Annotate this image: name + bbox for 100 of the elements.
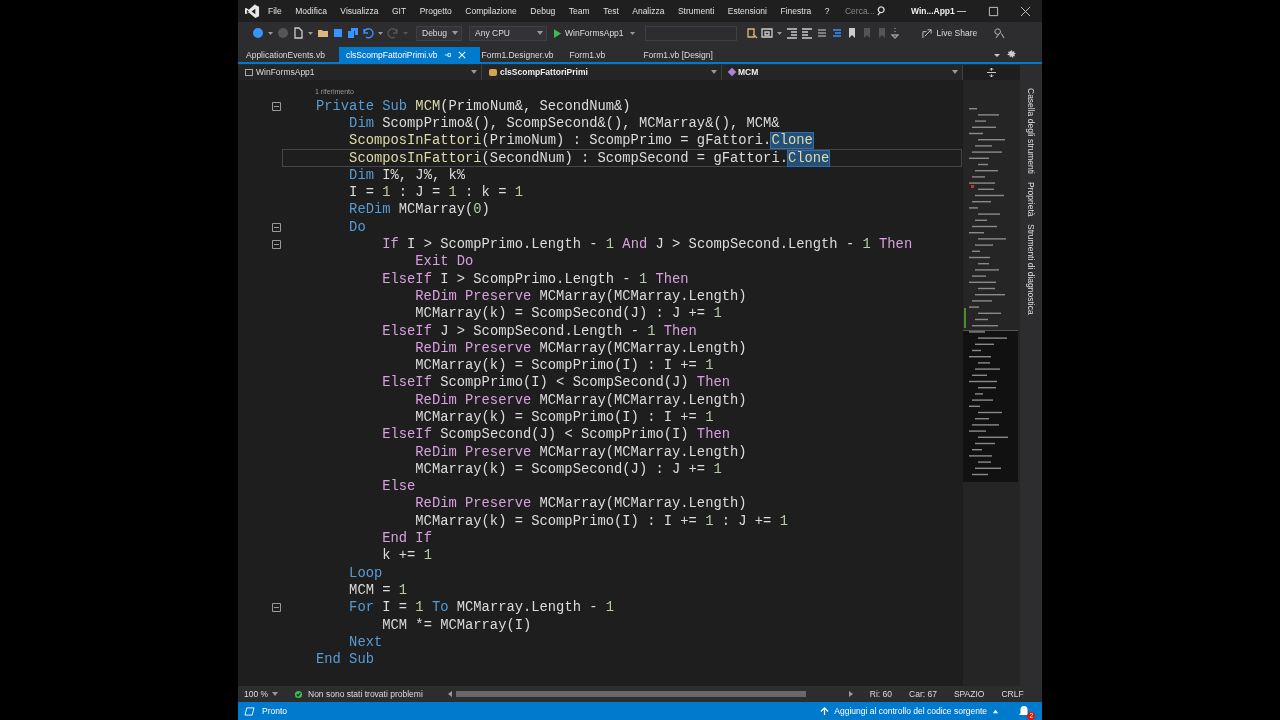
menu-item[interactable]: Strumenti [677, 6, 715, 16]
close-icon[interactable] [1020, 5, 1031, 17]
outdent-icon[interactable] [800, 27, 813, 39]
line-ending[interactable]: CRLF [1001, 689, 1024, 699]
caret-icon[interactable] [471, 70, 477, 74]
code-line: MCMarray(k) = ScompSecond(J) : J += 1 [414, 305, 723, 323]
find-icon[interactable] [745, 27, 758, 39]
pin-icon[interactable] [443, 50, 452, 59]
collapse-icon[interactable] [272, 240, 281, 249]
file-tab[interactable]: ApplicationEvents.vb [244, 47, 339, 62]
menu-item[interactable]: ? [824, 6, 830, 16]
arrow-right-icon[interactable] [848, 691, 853, 697]
side-panel-tab[interactable]: Casella degli strumenti [1026, 88, 1036, 174]
menu-item[interactable]: Visualizza [340, 6, 379, 16]
folder-icon[interactable] [317, 27, 329, 39]
code-line: MCM *= MCMarray(I) [381, 616, 533, 634]
file-tab[interactable]: Form1.vb [567, 47, 642, 62]
settings-icon[interactable] [1007, 50, 1016, 59]
window-title: Win...App1 [910, 6, 955, 16]
menu-item[interactable]: Finestra [780, 6, 812, 16]
code-line: Loop [348, 564, 384, 582]
issues-status[interactable]: Non sono stati trovati problemi [308, 689, 423, 699]
menu-item[interactable]: Progetto [419, 6, 452, 16]
menu-item[interactable]: Estensioni [727, 6, 767, 16]
platform-dropdown[interactable]: Any CPU [469, 25, 547, 41]
file-tab[interactable]: clsScompFattoriPrimi.vb [338, 47, 480, 62]
caret-icon[interactable] [711, 70, 717, 74]
code-line: ElseIf I > ScompPrimo.Length - 1 Then [381, 270, 690, 288]
indent-mode[interactable]: SPAZIO [953, 689, 985, 699]
new-item-icon[interactable] [292, 27, 304, 39]
project-dropdown[interactable]: WinFormsApp1 [238, 64, 482, 80]
caret-icon[interactable] [992, 707, 999, 715]
menu-item[interactable]: Compilazione [465, 6, 517, 16]
feedback-icon[interactable] [994, 27, 1006, 39]
indent-icon[interactable] [785, 27, 798, 39]
menu-item[interactable]: File [268, 6, 282, 16]
save-icon[interactable] [332, 27, 344, 39]
side-panel-tab[interactable]: Proprietà [1026, 182, 1036, 217]
code-line: End If [381, 530, 433, 548]
code-line: Do [348, 218, 367, 236]
code-line: If I > ScompPrimo.Length - 1 And J > ScompSecond.Length - 1 Then [381, 236, 914, 254]
class-dropdown[interactable]: clsScompFattoriPrimi [482, 64, 722, 80]
code-line: I = 1 : J = 1 : k = 1 [348, 184, 524, 202]
collapse-icon[interactable] [272, 603, 281, 613]
code-line: Dim I%, J%, k% [348, 166, 467, 184]
maximize-icon[interactable] [988, 5, 999, 17]
code-line: End Sub [315, 651, 375, 669]
search-field[interactable]: Cerca... [844, 6, 877, 16]
code-line: Next [348, 633, 384, 651]
member-dropdown[interactable]: MCM [722, 64, 963, 80]
comment-icon[interactable] [815, 27, 828, 39]
arrow-up-icon [820, 706, 830, 716]
live-share-button[interactable]: Live Share [921, 27, 978, 39]
code-line: MCMarray(k) = ScompPrimo(I) : I += 1 [414, 409, 715, 427]
code-line: ReDim Preserve MCMarray(MCMarray.Length) [414, 391, 748, 409]
menu-item[interactable]: Team [568, 6, 590, 16]
project-icon [245, 68, 253, 76]
code-line: Else [381, 478, 416, 496]
code-line: ReDim Preserve MCMarray(MCMarray.Length) [414, 287, 748, 306]
arrow-left-icon[interactable] [447, 691, 452, 697]
collapse-icon[interactable] [272, 101, 281, 111]
collapse-icon[interactable] [272, 222, 281, 232]
undo-icon[interactable] [362, 27, 374, 39]
start-button[interactable]: WinFormsApp1 [550, 28, 626, 38]
back-icon[interactable] [252, 27, 264, 39]
horizontal-scrollbar[interactable] [447, 689, 853, 699]
column-number: Car: 67 [909, 689, 937, 699]
configuration-dropdown[interactable]: Debug [416, 25, 462, 41]
ready-icon [244, 706, 255, 716]
code-line: ReDim Preserve MCMarray(MCMarray.Length) [414, 443, 748, 461]
class-icon [489, 68, 497, 76]
code-line: For I = 1 To MCMarray.Length - 1 [348, 599, 616, 617]
split-button[interactable] [963, 64, 1020, 80]
code-line: ReDim Preserve MCMarray(MCMarray.Length) [414, 495, 748, 513]
code-line: MCM = 1 [348, 581, 409, 600]
status-text: Pronto [262, 706, 288, 716]
caret-icon[interactable] [952, 70, 958, 74]
screen-icon[interactable] [760, 27, 773, 39]
source-control-button[interactable]: Aggiungi al controllo del codice sorgente [834, 706, 987, 716]
code-line: Dim ScompPrimo&(), ScompSecond&(), MCMarray&(), MCM& [348, 114, 781, 133]
caret-icon[interactable] [452, 31, 458, 35]
menu-item[interactable]: Modifica [295, 6, 327, 16]
bell-icon[interactable] [1018, 705, 1030, 717]
code-line: ReDim MCMarray(0) [348, 201, 491, 219]
save-all-icon[interactable] [347, 27, 359, 39]
overflow-icon[interactable] [890, 27, 899, 39]
menu-item[interactable]: Analizza [632, 6, 665, 16]
menu-item[interactable]: Test [603, 6, 619, 16]
caret-icon[interactable] [537, 31, 543, 35]
code-line: Private Sub MCM(PrimoNum&, SecondNum&) [315, 97, 632, 115]
menu-item[interactable]: Debug [530, 6, 556, 16]
share-icon [921, 27, 933, 39]
file-tab[interactable]: Form1.vb [Design] [641, 47, 727, 62]
minimap-drawing[interactable] [963, 80, 1020, 686]
code-line: ElseIf J > ScompSecond.Length - 1 Then [381, 322, 698, 340]
zoom-dropdown[interactable]: 100 % [244, 689, 289, 699]
menu-item[interactable]: GIT [392, 6, 407, 16]
file-tab[interactable]: Form1.Designer.vb [479, 47, 568, 62]
side-panel-tab[interactable]: Strumenti di diagnostica [1026, 224, 1036, 316]
caret-icon[interactable] [272, 692, 279, 696]
